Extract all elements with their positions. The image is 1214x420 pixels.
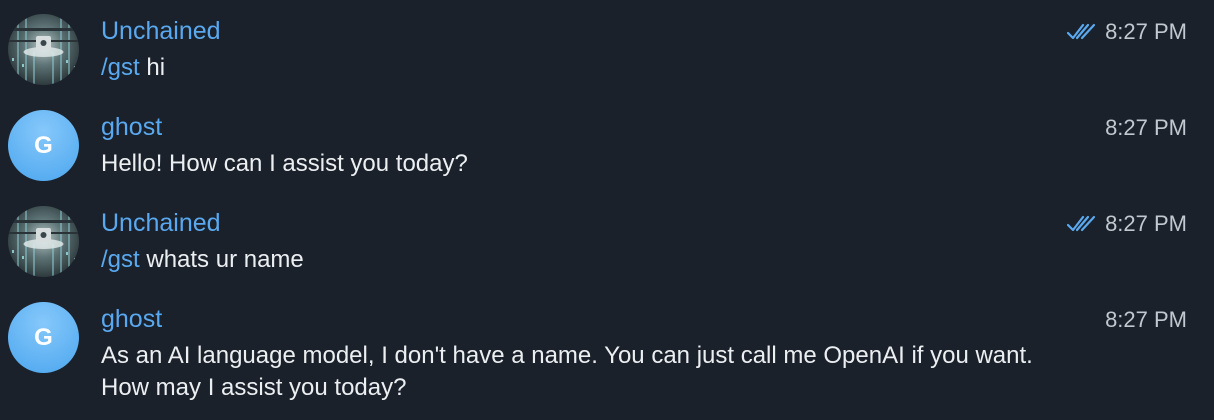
sender-name[interactable]: ghost: [101, 304, 162, 334]
message-meta: 8:27 PM: [1105, 114, 1187, 142]
avatar-ghost[interactable]: G: [8, 110, 79, 181]
avatar-unchained[interactable]: [8, 14, 79, 85]
message-time: 8:27 PM: [1105, 307, 1187, 332]
sender-name[interactable]: ghost: [101, 112, 162, 142]
sender-name[interactable]: Unchained: [101, 208, 221, 238]
message-text: /gst hi: [101, 52, 1061, 84]
message-text: Hello! How can I assist you today?: [101, 150, 468, 177]
message-meta: 8:27 PM: [1067, 18, 1187, 46]
sender-name[interactable]: Unchained: [101, 16, 221, 46]
avatar-ghost[interactable]: G: [8, 302, 79, 373]
message-text: /gst whats ur name: [101, 244, 1061, 276]
message-time: 8:27 PM: [1105, 19, 1187, 44]
message[interactable]: Unchained /gst whats ur name 8:27 PM: [0, 192, 1214, 288]
avatar-letter: G: [34, 131, 53, 159]
message[interactable]: G ghost Hello! How can I assist you toda…: [0, 96, 1214, 192]
message-time: 8:27 PM: [1105, 211, 1187, 236]
message-text: As an AI language model, I don't have a …: [101, 342, 1033, 401]
avatar-unchained[interactable]: [8, 206, 79, 277]
message[interactable]: Unchained /gst hi 8:27 PM: [0, 0, 1214, 96]
double-check-icon: [1067, 23, 1097, 41]
server-room-avatar-image: [8, 14, 79, 85]
bot-command[interactable]: /gst: [101, 246, 140, 273]
message-body: whats ur name: [139, 246, 304, 273]
chat-message-list: Unchained /gst hi 8:27 PM G ghost Hello!…: [0, 0, 1214, 420]
server-room-avatar-image: [8, 206, 79, 277]
message-body: hi: [139, 54, 166, 81]
bot-command[interactable]: /gst: [101, 54, 140, 81]
double-check-icon: [1067, 215, 1097, 233]
message-meta: 8:27 PM: [1105, 306, 1187, 334]
avatar-letter: G: [34, 323, 53, 351]
message-meta: 8:27 PM: [1067, 210, 1187, 238]
message-time: 8:27 PM: [1105, 115, 1187, 140]
message[interactable]: G ghost As an AI language model, I don't…: [0, 288, 1214, 420]
